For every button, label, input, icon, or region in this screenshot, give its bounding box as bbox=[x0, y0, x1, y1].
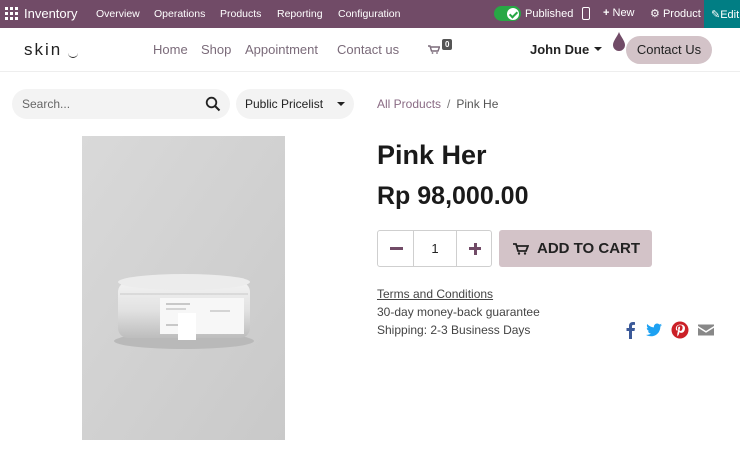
product-name: Pink Her bbox=[377, 140, 487, 170]
shipping-text: Shipping: 2-3 Business Days bbox=[377, 323, 531, 337]
add-to-cart-button[interactable]: ADD TO CART bbox=[499, 230, 652, 267]
nav-home[interactable]: Home bbox=[153, 42, 188, 57]
facebook-icon[interactable] bbox=[622, 321, 640, 339]
pencil-icon: ✎ bbox=[711, 9, 721, 21]
check-icon bbox=[507, 7, 519, 20]
mobile-preview-icon[interactable] bbox=[582, 7, 590, 20]
breadcrumb-separator: / bbox=[447, 97, 451, 111]
menu-products[interactable]: Products bbox=[220, 8, 261, 20]
twitter-icon[interactable] bbox=[645, 321, 663, 339]
envelope-icon[interactable] bbox=[697, 321, 715, 339]
published-toggle[interactable] bbox=[494, 6, 521, 21]
cart-count-badge: 0 bbox=[442, 39, 453, 50]
menu-operations[interactable]: Operations bbox=[154, 8, 205, 20]
breadcrumb-current: Pink He bbox=[456, 97, 499, 111]
admin-navbar: Inventory Overview Operations Products R… bbox=[0, 0, 740, 28]
pricelist-label: Public Pricelist bbox=[245, 97, 324, 111]
nav-shop[interactable]: Shop bbox=[201, 42, 231, 57]
edit-label: Edit bbox=[720, 9, 740, 21]
pricelist-dropdown[interactable]: Public Pricelist bbox=[236, 89, 354, 119]
terms-link[interactable]: Terms and Conditions bbox=[377, 287, 493, 301]
breadcrumb: All Products / Pink He bbox=[377, 97, 498, 111]
quantity-stepper: 1 bbox=[377, 230, 492, 267]
apps-grid-icon[interactable] bbox=[5, 7, 18, 20]
nav-appointment[interactable]: Appointment bbox=[245, 42, 318, 57]
pinterest-icon[interactable] bbox=[671, 321, 689, 339]
breadcrumb-all-products[interactable]: All Products bbox=[377, 97, 441, 111]
plus-icon: + bbox=[603, 7, 610, 19]
search-placeholder: Search... bbox=[22, 97, 71, 111]
edit-button[interactable]: ✎Edit bbox=[704, 0, 740, 28]
menu-overview[interactable]: Overview bbox=[96, 8, 140, 20]
product-image bbox=[82, 136, 285, 440]
cart-icon[interactable] bbox=[428, 45, 440, 54]
app-name[interactable]: Inventory bbox=[24, 6, 77, 21]
menu-configuration[interactable]: Configuration bbox=[338, 8, 400, 20]
nav-contact-us[interactable]: Contact us bbox=[337, 42, 399, 57]
guarantee-text: 30-day money-back guarantee bbox=[377, 305, 540, 319]
product-label: Product bbox=[662, 8, 701, 20]
minus-icon[interactable] bbox=[378, 231, 414, 266]
search-input[interactable]: Search... bbox=[12, 89, 230, 119]
quantity-input[interactable]: 1 bbox=[414, 231, 456, 266]
product-price: Rp 98,000.00 bbox=[377, 182, 529, 210]
product-button[interactable]: ⚙ Product bbox=[650, 7, 701, 20]
add-to-cart-label: ADD TO CART bbox=[537, 240, 641, 257]
contact-us-button[interactable]: Contact Us bbox=[626, 36, 712, 64]
chevron-down-icon[interactable] bbox=[594, 47, 602, 51]
new-button[interactable]: + New bbox=[603, 7, 635, 19]
published-label: Published bbox=[525, 8, 574, 20]
plus-icon[interactable] bbox=[456, 231, 492, 266]
site-header: skin Home Shop Appointment Contact us 0 … bbox=[0, 28, 740, 72]
menu-reporting[interactable]: Reporting bbox=[277, 8, 323, 20]
cart-icon bbox=[513, 243, 529, 255]
user-menu[interactable]: John Due bbox=[530, 42, 589, 57]
gear-icon: ⚙ bbox=[650, 8, 660, 20]
site-logo[interactable]: skin bbox=[24, 40, 62, 60]
logo-smile-mark bbox=[68, 52, 78, 58]
search-icon[interactable] bbox=[205, 96, 221, 112]
theme-drop-icon bbox=[613, 32, 625, 51]
chevron-down-icon bbox=[337, 102, 345, 106]
new-label: New bbox=[612, 7, 635, 19]
